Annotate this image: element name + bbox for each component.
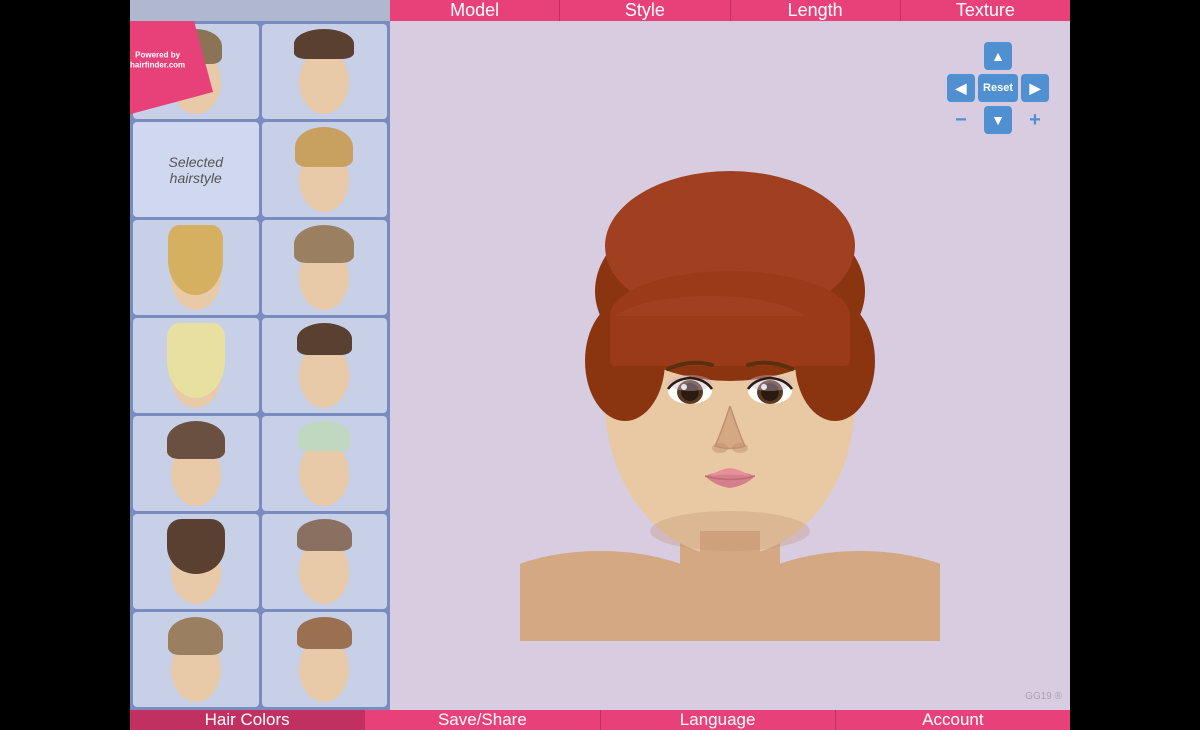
hair-item-9[interactable] xyxy=(133,416,259,511)
tab-account[interactable]: Account xyxy=(836,710,1070,730)
canvas-area: ▲ ◀ Reset ▶ − ▼ + xyxy=(390,21,1070,710)
tab-texture[interactable]: Texture xyxy=(901,0,1070,21)
hair-item-5[interactable] xyxy=(133,220,259,315)
sidebar: Powered by hairfinder.com xyxy=(130,21,390,710)
hair-item-13[interactable] xyxy=(133,612,259,707)
top-nav: Model Style Length Texture xyxy=(390,0,1070,21)
nav-up-button[interactable]: ▲ xyxy=(984,42,1012,70)
hair-item-7[interactable] xyxy=(133,318,259,413)
tab-style[interactable]: Style xyxy=(560,0,730,21)
nav-reset-button[interactable]: Reset xyxy=(978,74,1018,102)
nav-down-button[interactable]: ▼ xyxy=(984,106,1012,134)
tab-model[interactable]: Model xyxy=(390,0,560,21)
tab-length[interactable]: Length xyxy=(731,0,901,21)
nav-zoom-in-button[interactable]: + xyxy=(1021,106,1049,134)
hair-item-12[interactable] xyxy=(262,514,388,609)
model-face xyxy=(505,86,955,646)
model-svg xyxy=(520,91,940,641)
hair-item-2[interactable] xyxy=(262,24,388,119)
bottom-nav: Hair Colors Save/Share Language Account xyxy=(130,710,1070,730)
hair-item-8[interactable] xyxy=(262,318,388,413)
powered-by-text: Powered by hairfinder.com xyxy=(130,50,185,71)
selected-hairstyle-label: Selected hairstyle xyxy=(169,154,223,186)
main-area: Powered by hairfinder.com xyxy=(130,21,1070,710)
tab-hair-colors[interactable]: Hair Colors xyxy=(130,710,365,730)
hair-item-11[interactable] xyxy=(133,514,259,609)
hair-item-14[interactable] xyxy=(262,612,388,707)
tab-language[interactable]: Language xyxy=(601,710,836,730)
hair-item-10[interactable] xyxy=(262,416,388,511)
nav-right-button[interactable]: ▶ xyxy=(1021,74,1049,102)
hair-item-selected[interactable]: Selected hairstyle xyxy=(133,122,259,217)
hairstyle-grid: Selected hairstyle xyxy=(130,21,390,710)
hair-item-4[interactable] xyxy=(262,122,388,217)
nav-controls: ▲ ◀ Reset ▶ − ▼ + xyxy=(946,41,1050,135)
app: Model Style Length Texture Powered by ha… xyxy=(130,0,1070,675)
tab-save-share[interactable]: Save/Share xyxy=(365,710,600,730)
hair-item-6[interactable] xyxy=(262,220,388,315)
watermark: GG19 ® xyxy=(1025,691,1062,702)
